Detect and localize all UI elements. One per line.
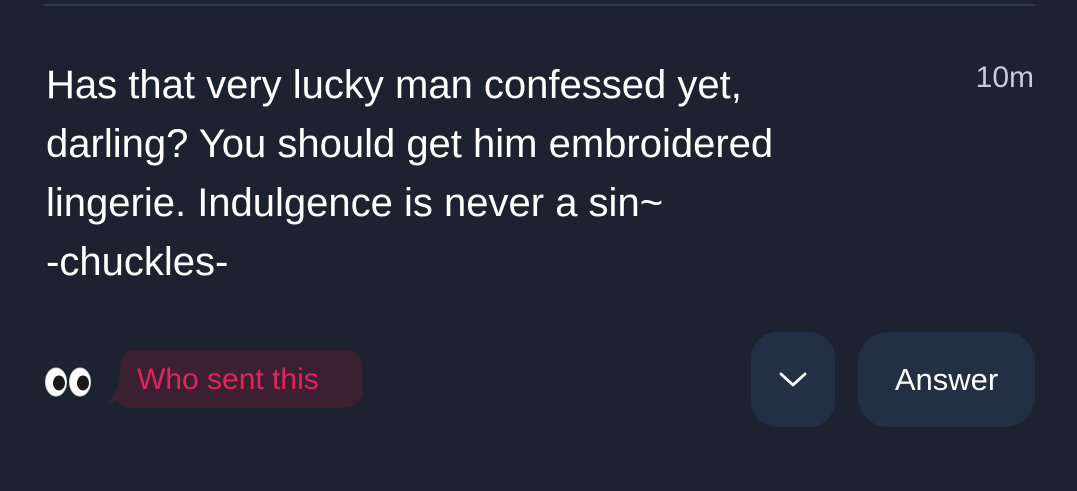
eyes-emoji-icon[interactable] <box>44 367 92 397</box>
who-sent-this-button[interactable]: Who sent this <box>106 350 363 408</box>
answer-button[interactable]: Answer <box>858 332 1035 427</box>
question-text: Has that very lucky man confessed yet, d… <box>46 63 774 284</box>
answer-button-label: Answer <box>894 361 999 397</box>
top-divider <box>44 4 1035 6</box>
chevron-down-icon <box>779 372 807 386</box>
expand-options-button[interactable] <box>751 332 835 427</box>
who-sent-this-label: Who sent this <box>137 363 319 396</box>
question-timestamp: 10m <box>975 61 1034 94</box>
